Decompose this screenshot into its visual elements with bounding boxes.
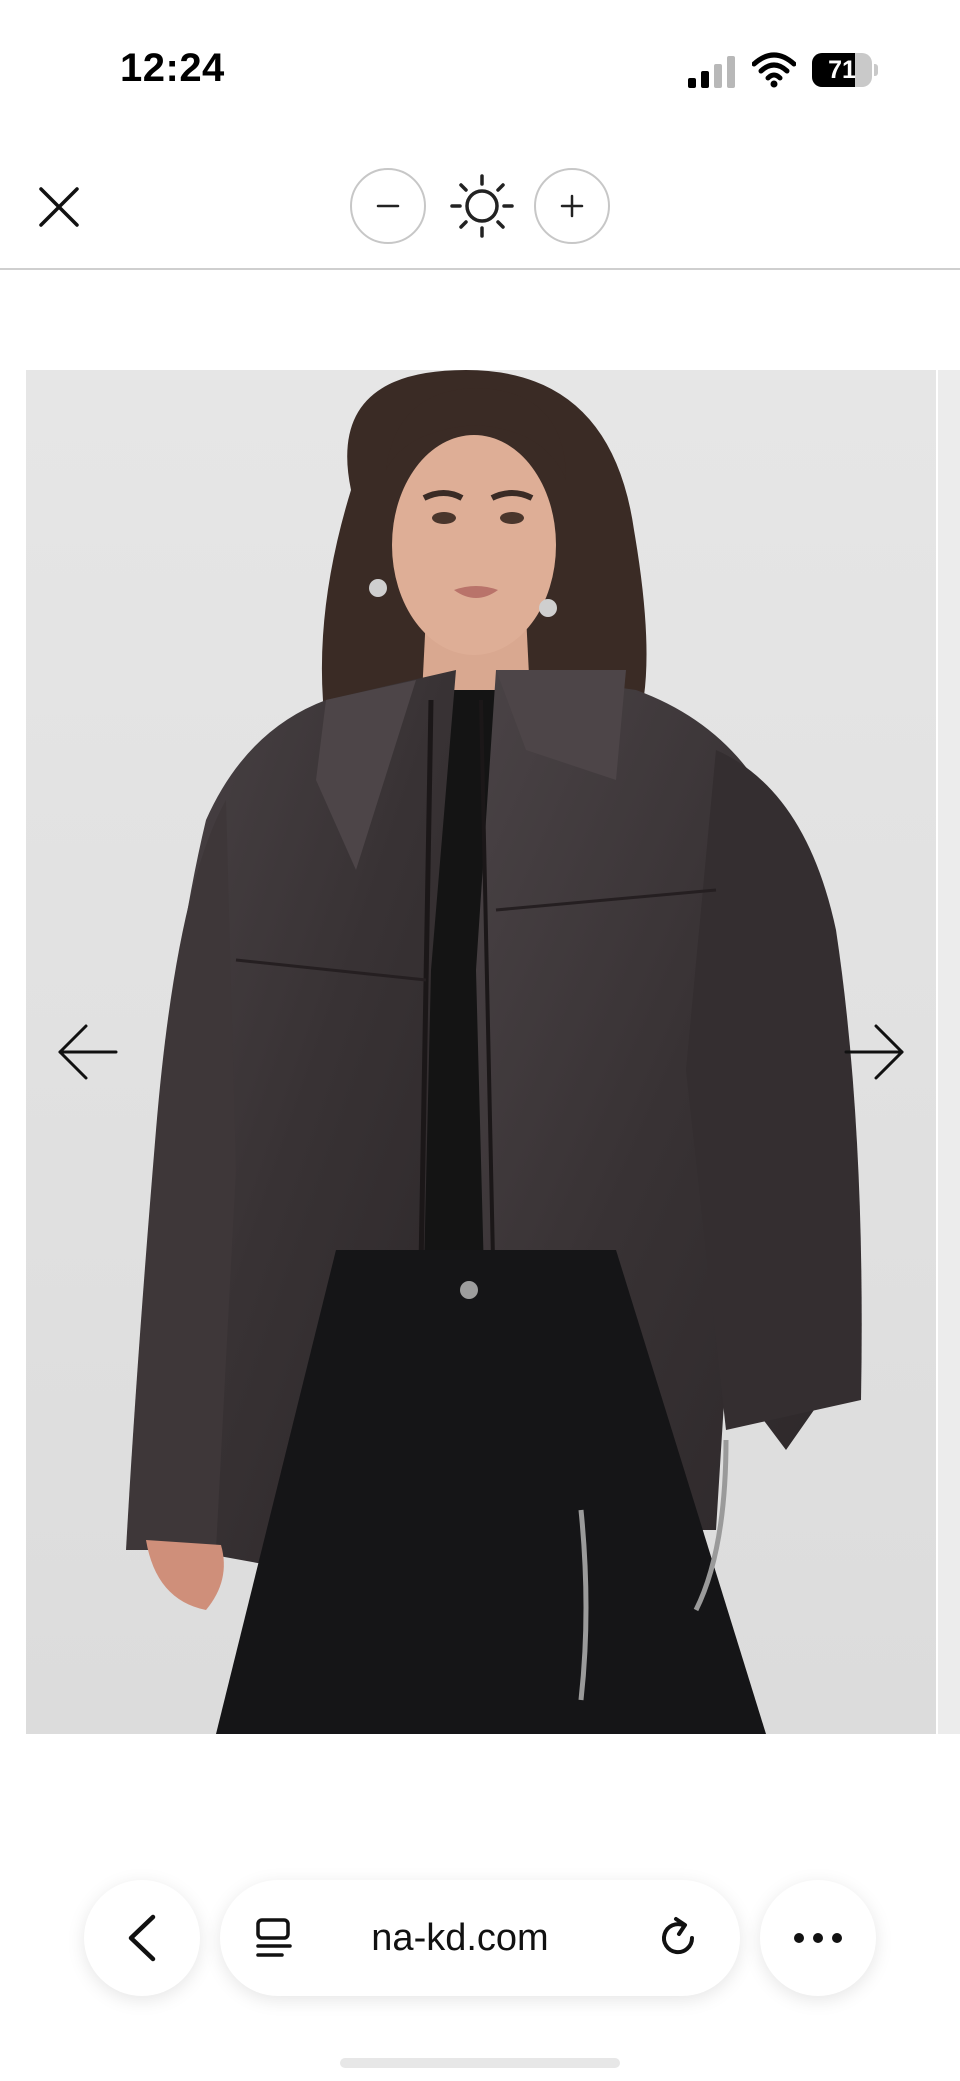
close-button[interactable]: [32, 180, 86, 234]
image-viewer[interactable]: [0, 370, 960, 1734]
next-photo-peek[interactable]: [938, 370, 960, 1734]
chevron-left-icon: [128, 1914, 156, 1962]
back-button[interactable]: [84, 1880, 200, 1996]
status-bar: 12:24 71: [0, 0, 960, 140]
battery-tip: [874, 64, 878, 76]
battery-level: 71: [828, 56, 856, 84]
battery-indicator: 71: [812, 53, 878, 87]
url-text[interactable]: na-kd.com: [310, 1880, 610, 1996]
wifi-icon: [752, 52, 796, 88]
reload-icon[interactable]: [654, 1914, 702, 1962]
cellular-signal-icon: [688, 56, 735, 88]
plus-icon: [560, 194, 584, 218]
battery-body: 71: [812, 53, 872, 87]
zoom-in-button[interactable]: [534, 168, 610, 244]
address-bar[interactable]: na-kd.com: [220, 1880, 740, 1996]
sun-icon[interactable]: [448, 172, 516, 240]
more-icon: [794, 1933, 842, 1943]
more-button[interactable]: [760, 1880, 876, 1996]
tab-list-icon[interactable]: [254, 1916, 298, 1960]
zoom-out-button[interactable]: [350, 168, 426, 244]
zoom-toolbar: [0, 150, 960, 270]
minus-icon: [376, 204, 400, 208]
close-icon: [39, 187, 79, 227]
browser-toolbar: na-kd.com: [0, 1860, 960, 2020]
home-indicator: [340, 2058, 620, 2068]
status-time: 12:24: [120, 46, 225, 90]
product-photo-leather-jacket: [26, 370, 936, 1734]
arrow-right-icon[interactable]: [842, 1020, 906, 1084]
product-photo[interactable]: [26, 370, 936, 1734]
arrow-left-icon[interactable]: [56, 1020, 120, 1084]
